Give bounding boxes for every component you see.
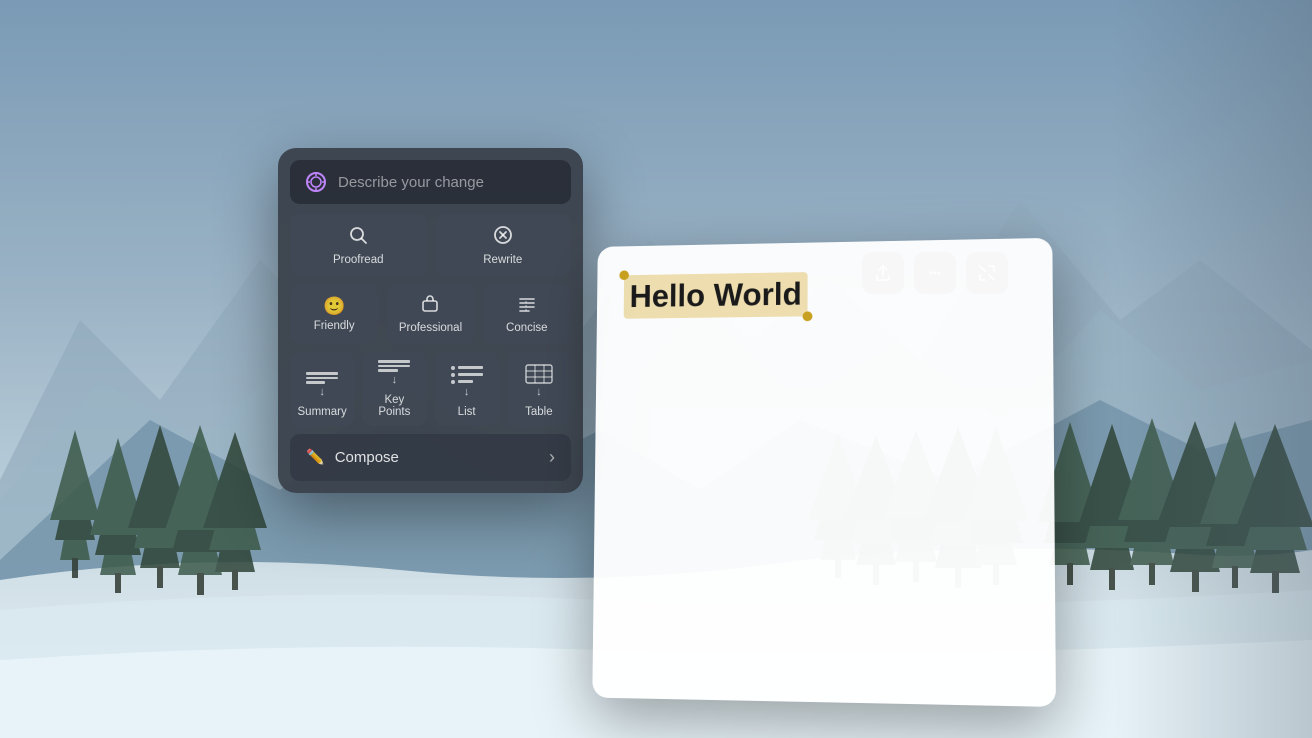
professional-label: Professional [399,322,462,334]
row-proofread-rewrite: Proofread Rewrite [290,214,571,276]
row-tone: 🙂 Friendly Professional [290,284,571,344]
rewrite-button[interactable]: Rewrite [435,214,572,276]
key-points-button[interactable]: ↓ Key Points [362,352,426,426]
list-icon: ↓ [441,366,493,398]
ai-sparkle-icon [304,170,328,194]
concise-icon [517,294,537,317]
table-label: Table [525,406,553,418]
key-points-label: Key Points [368,394,420,418]
describe-change-bar[interactable]: Describe your change [290,160,571,204]
concise-label: Concise [506,322,548,334]
compose-pencil-icon: ✏️ [306,448,325,466]
compose-button[interactable]: ✏️ Compose › [290,434,571,481]
friendly-label: Friendly [314,320,355,332]
summary-icon: ↓ [296,372,348,398]
compose-label: Compose [335,449,399,466]
table-button[interactable]: ↓ Table [507,352,571,426]
table-icon: ↓ [513,364,565,398]
rewrite-label: Rewrite [483,254,522,266]
compose-left: ✏️ Compose [306,448,399,466]
document-panel: Hello World [592,238,1056,707]
selection-handle-tl [619,270,629,280]
concise-button[interactable]: Concise [483,284,571,344]
rewrite-icon [492,224,514,249]
list-label: List [458,406,476,418]
row-transform: ↓ Summary ↓ Key Points [290,352,571,426]
professional-icon [420,294,440,317]
selection-handle-br [803,311,813,321]
describe-change-placeholder: Describe your change [338,174,557,191]
ai-panel: Describe your change Proofread Rewrite [278,148,583,493]
proofread-icon [347,224,369,249]
compose-chevron-icon: › [549,447,555,468]
document-content: Hello World [597,238,1054,348]
proofread-button[interactable]: Proofread [290,214,427,276]
summary-label: Summary [298,406,347,418]
hello-world-label: Hello World [629,276,801,314]
summary-button[interactable]: ↓ Summary [290,352,354,426]
friendly-button[interactable]: 🙂 Friendly [290,284,378,344]
proofread-label: Proofread [333,254,384,266]
professional-button[interactable]: Professional [386,284,474,344]
key-points-icon: ↓ [368,360,420,386]
selected-text: Hello World [624,272,808,319]
friendly-icon: 🙂 [323,297,345,315]
list-button[interactable]: ↓ List [435,352,499,426]
